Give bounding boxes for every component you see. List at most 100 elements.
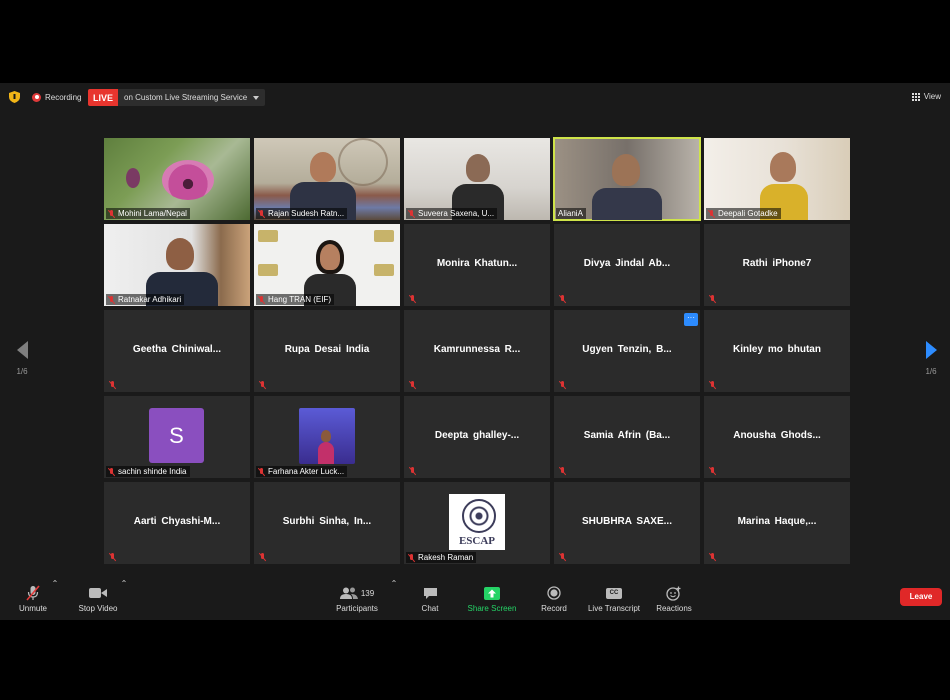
participant-tile[interactable]: Kinley mo bhutan [704,310,850,392]
participant-tile[interactable]: Kamrunnessa R... [404,310,550,392]
participant-tile[interactable]: Rathi iPhone7 [704,224,850,306]
participant-name: Ratnakar Adhikari [118,295,182,304]
muted-mic-icon [259,381,266,389]
video-tile[interactable]: Ratnakar Adhikari [104,224,250,306]
reactions-label: Reactions [656,604,692,613]
participant-tile[interactable]: Anousha Ghods... [704,396,850,478]
participant-tile[interactable]: Marina Haque,... [704,482,850,564]
participant-face [770,152,796,182]
share-screen-label: Share Screen [467,604,517,613]
page-indicator-left: 1/6 [16,367,28,376]
participant-tile[interactable]: ··· Ugyen Tenzin, B... [554,310,700,392]
participant-label: Ratnakar Adhikari [106,294,185,305]
muted-mic-icon [26,585,40,601]
security-shield-icon[interactable] [9,91,20,103]
record-button[interactable]: Record [536,579,572,620]
live-stream-indicator[interactable]: LIVE on Custom Live Streaming Service [88,89,266,106]
participant-tile[interactable]: Aarti Chyashi-M... [104,482,250,564]
participant-tile[interactable]: Farhana Akter Luck... [254,396,400,478]
participant-tile[interactable]: SHUBHRA SAXE... [554,482,700,564]
participant-tile[interactable]: Samia Afrin (Ba... [554,396,700,478]
participant-name: Kamrunnessa R... [433,344,521,355]
reactions-smiley-icon [666,586,681,601]
top-bar: Recording LIVE on Custom Live Streaming … [0,83,950,111]
reactions-button[interactable]: Reactions [654,579,694,620]
record-label: Record [541,604,567,613]
video-tile[interactable]: Deepali Gotadke [704,138,850,220]
flower-image [162,160,214,200]
participant-label: Suveera Saxena, U... [406,208,498,219]
live-stream-service-label: on Custom Live Streaming Service [124,93,248,102]
live-transcript-button[interactable]: CC Live Transcript [584,579,644,620]
arrow-right-icon [925,341,937,359]
muted-mic-icon [709,467,716,475]
leave-button[interactable]: Leave [900,588,942,606]
arrow-left-icon [16,341,28,359]
participant-tile[interactable]: Deepta ghalley-... [404,396,550,478]
stop-video-button[interactable]: Stop Video [74,579,122,620]
participant-tile[interactable]: Rupa Desai India [254,310,400,392]
participant-name: Suveera Saxena, U... [418,209,495,218]
participant-label: Rajan Sudesh Ratn... [256,208,348,219]
share-screen-icon [484,586,500,600]
muted-mic-icon [258,209,265,218]
participant-tile[interactable]: Geetha Chiniwal... [104,310,250,392]
muted-mic-icon [559,553,566,561]
participant-label: Rakesh Raman [406,552,477,563]
participant-face [310,152,336,182]
video-tile[interactable]: Mohini Lama/Nepal [104,138,250,220]
participant-face [320,244,340,270]
recording-indicator[interactable]: Recording [32,91,81,103]
participant-tile[interactable]: Monira Khatun... [404,224,550,306]
flower-bud-image [126,168,140,188]
video-tile[interactable]: Rajan Sudesh Ratn... [254,138,400,220]
participant-tile[interactable]: S sachin shinde India [104,396,250,478]
logo-text: ESCAP [458,535,496,547]
profile-picture [299,408,355,464]
video-tile[interactable]: Hang TRAN (EIF) [254,224,400,306]
view-label: View [923,92,941,101]
chat-button[interactable]: Chat [414,579,446,620]
participant-name: sachin shinde India [118,467,187,476]
previous-page-button[interactable]: 1/6 [12,341,32,376]
muted-mic-icon [409,295,416,303]
chevron-down-icon [253,95,260,100]
muted-mic-icon [109,553,116,561]
participant-name: Samia Afrin (Ba... [583,430,671,441]
video-tile[interactable]: Suveera Saxena, U... [404,138,550,220]
participant-tile[interactable]: Surbhi Sinha, In... [254,482,400,564]
participants-options-chevron-icon[interactable]: ⌃ [390,579,398,620]
participant-tile[interactable]: ESCAP Rakesh Raman [404,482,550,564]
live-stream-dropdown[interactable]: on Custom Live Streaming Service [118,89,266,106]
muted-mic-icon [559,381,566,389]
unmute-label: Unmute [18,604,47,613]
chat-label: Chat [421,604,439,613]
participant-name: Mohini Lama/Nepal [118,209,187,218]
participant-name: Deepali Gotadke [718,209,778,218]
participant-label: Hang TRAN (EIF) [256,294,334,305]
muted-mic-icon [709,295,716,303]
participant-name: Marina Haque,... [737,516,817,527]
participants-button[interactable]: 139 Participants [332,579,382,620]
muted-mic-icon [559,295,566,303]
share-screen-button[interactable]: Share Screen [465,579,519,620]
video-tile-active-speaker[interactable]: AlianiA [553,137,701,221]
participant-name: Rupa Desai India [284,344,370,355]
chat-bubble-icon [423,587,437,599]
participant-name: Geetha Chiniwal... [132,344,222,355]
next-page-button[interactable]: 1/6 [921,341,941,376]
recording-label: Recording [45,92,82,102]
closed-caption-icon: CC [606,587,622,599]
more-options-button[interactable]: ··· [684,313,698,326]
video-options-chevron-icon[interactable]: ⌃ [120,579,128,620]
participant-tile[interactable]: Divya Jindal Ab... [554,224,700,306]
participants-icon [339,587,358,599]
zoom-meeting-window: Recording LIVE on Custom Live Streaming … [0,83,950,620]
participant-name: Surbhi Sinha, In... [282,516,372,527]
participant-label: Deepali Gotadke [706,208,781,219]
unmute-button[interactable]: Unmute [12,579,54,620]
audio-options-chevron-icon[interactable]: ⌃ [51,579,59,620]
participant-name: Deepta ghalley-... [434,430,520,441]
view-button[interactable]: View [911,92,941,101]
un-globe-icon [462,499,496,533]
